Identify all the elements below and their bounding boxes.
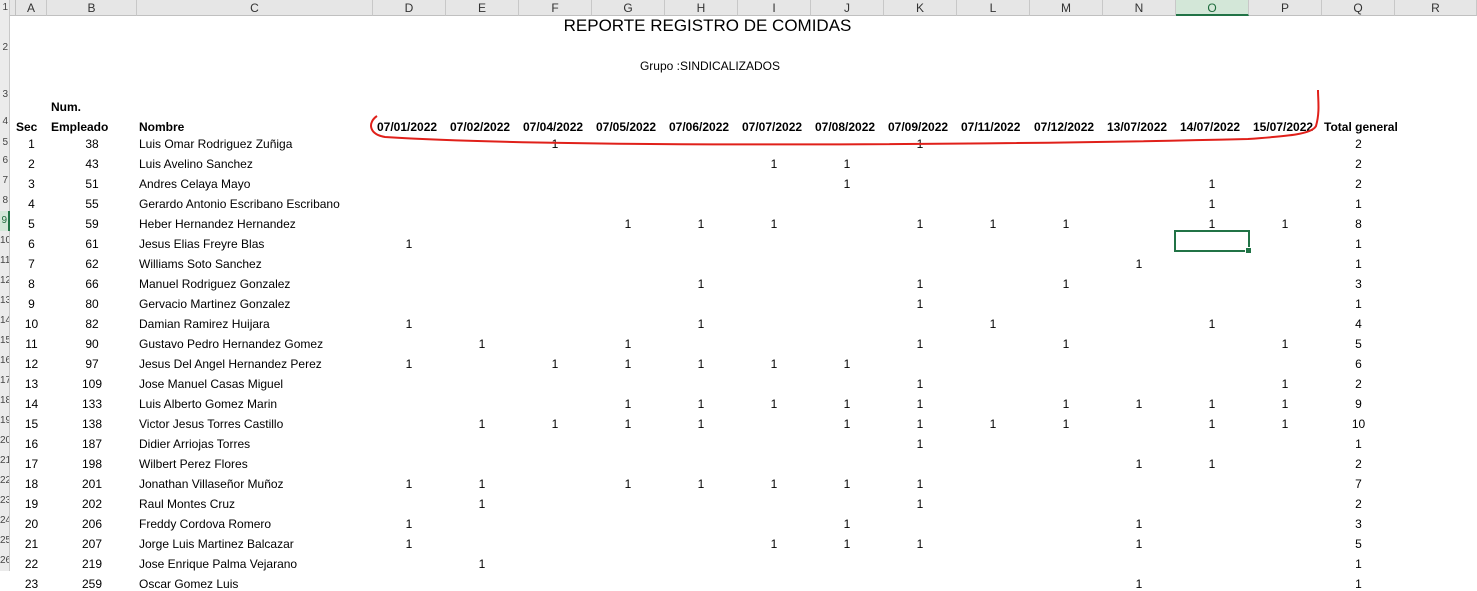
red-annotation — [370, 89, 1320, 146]
spreadsheet[interactable]: ABCDEFGHIJKLMNOPQR 123456789101112131415… — [0, 0, 1477, 591]
red-annotation-stroke — [370, 89, 1320, 146]
